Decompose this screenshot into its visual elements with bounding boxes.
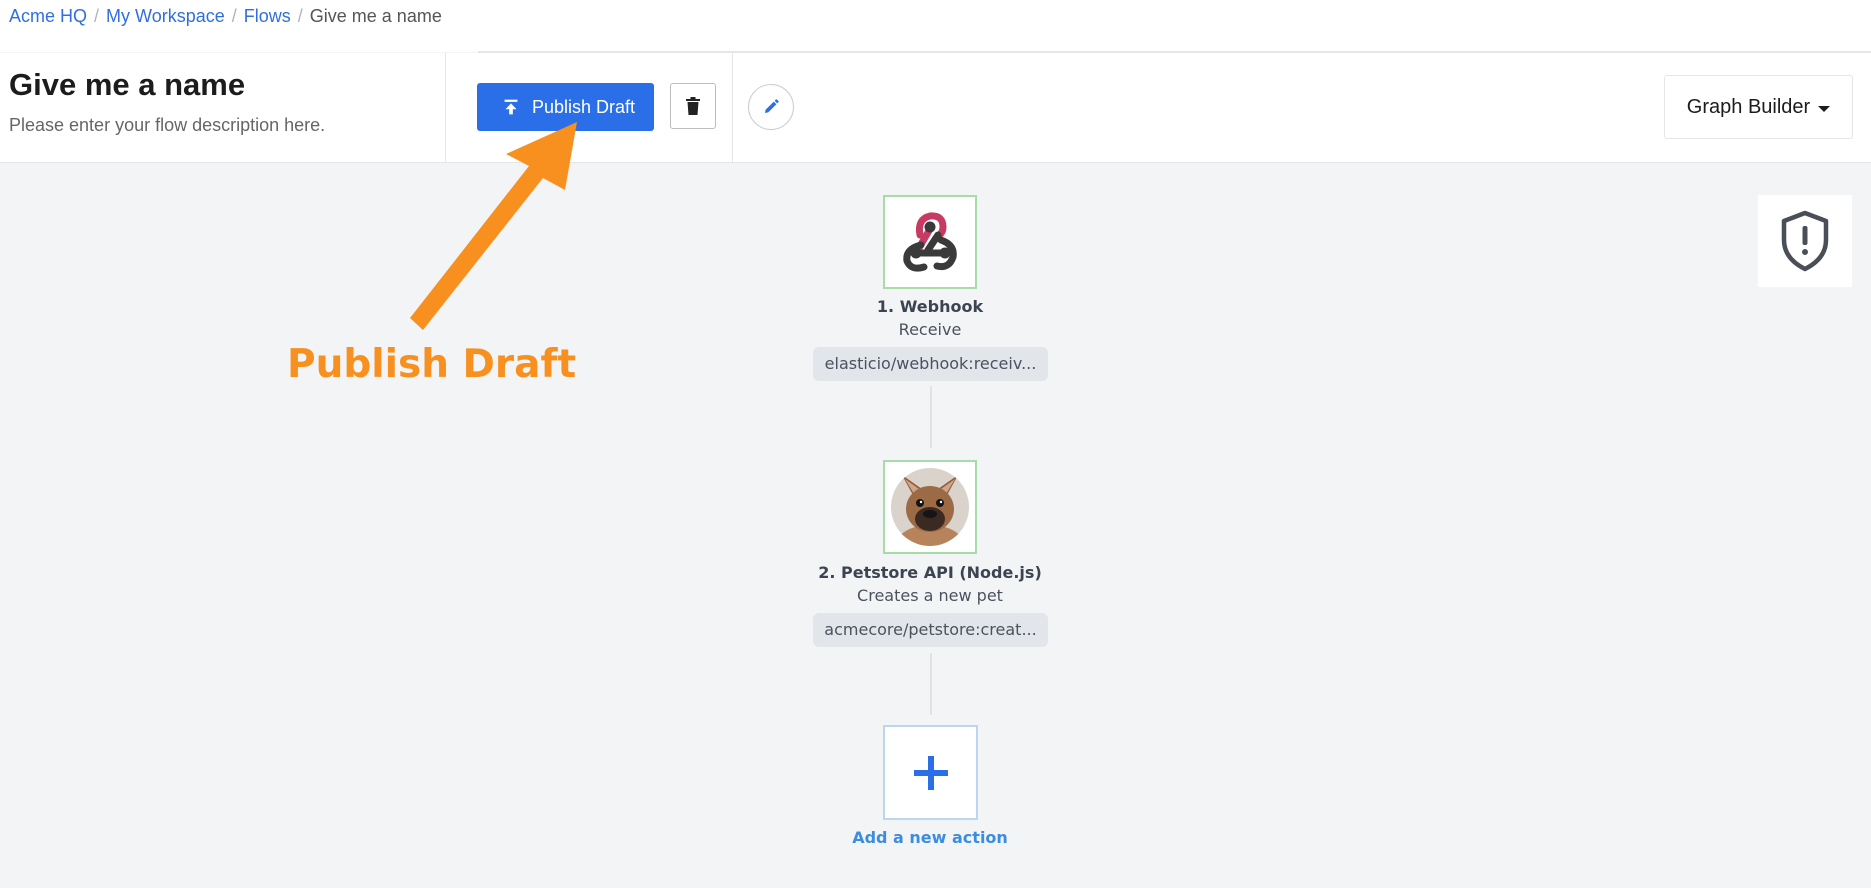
publish-draft-label: Publish Draft: [531, 96, 636, 117]
flow-connector: [930, 653, 932, 715]
graph-builder-label: Graph Builder: [1686, 95, 1811, 118]
node-component-chip: elasticio/webhook:receiv...: [813, 347, 1048, 381]
node-subtitle: Receive: [898, 320, 962, 339]
delete-button[interactable]: [670, 83, 716, 129]
breadcrumb-separator: /: [297, 6, 303, 26]
header-separator: [732, 53, 733, 162]
flow-node-petstore[interactable]: [883, 460, 977, 554]
breadcrumb-link-acme-hq[interactable]: Acme HQ: [9, 6, 87, 26]
annotation-label: Publish Draft: [287, 342, 577, 387]
top-bar: Acme HQ / My Workspace / Flows / Give me a nam…: [0, 0, 1871, 52]
pencil-icon: [765, 99, 779, 113]
flow-description[interactable]: Please enter your flow description here.: [9, 115, 325, 136]
plus-icon: [913, 755, 948, 790]
webhook-icon: [903, 212, 957, 272]
add-action-button[interactable]: [883, 725, 978, 820]
breadcrumb-current: Give me a name: [309, 6, 442, 26]
edit-flow-button[interactable]: [748, 84, 794, 130]
flow-connector: [930, 386, 932, 448]
breadcrumb: Acme HQ / My Workspace / Flows / Give me a nam…: [9, 6, 442, 26]
trash-icon: [686, 97, 700, 115]
flow-title[interactable]: Give me a name: [9, 67, 245, 103]
breadcrumb-separator: /: [94, 6, 100, 26]
breadcrumb-separator: /: [231, 6, 237, 26]
security-status-button[interactable]: [1758, 195, 1852, 287]
flow-node-webhook[interactable]: [883, 195, 977, 289]
breadcrumb-link-workspace[interactable]: My Workspace: [106, 6, 225, 26]
node-title: 2. Petstore API (Node.js): [818, 563, 1042, 582]
flow-header: Give me a name Please enter your flow de…: [0, 53, 1871, 163]
add-action-label[interactable]: Add a new action: [780, 828, 1080, 847]
french-bulldog-avatar: [891, 468, 969, 546]
header-separator: [445, 53, 446, 162]
publish-draft-button[interactable]: Publish Draft: [477, 83, 654, 131]
node-title: 1. Webhook: [876, 297, 984, 316]
shield-alert-icon: [1781, 210, 1829, 272]
node-component-chip: acmecore/petstore:creat...: [813, 613, 1048, 647]
node-subtitle: Creates a new pet: [857, 586, 1003, 605]
upload-icon: [504, 99, 518, 115]
breadcrumb-link-flows[interactable]: Flows: [244, 6, 291, 26]
caret-down-icon: [1818, 105, 1831, 112]
graph-builder-dropdown[interactable]: Graph Builder: [1664, 75, 1853, 139]
